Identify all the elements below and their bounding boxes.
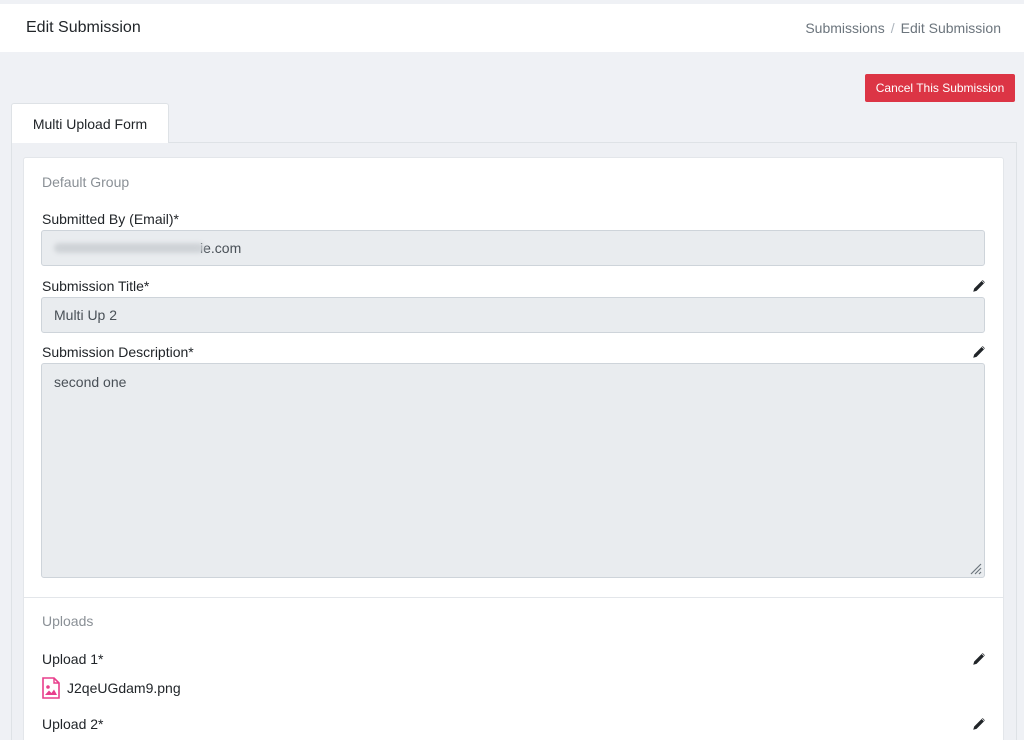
breadcrumb: Submissions / Edit Submission xyxy=(805,20,1001,36)
submission-description-field[interactable]: second one xyxy=(41,363,985,578)
submission-description-value: second one xyxy=(54,374,127,390)
email-field[interactable]: ie.com xyxy=(41,230,985,266)
pencil-icon[interactable] xyxy=(972,279,986,293)
submission-title-field[interactable]: Multi Up 2 xyxy=(41,297,985,333)
top-bar: Edit Submission Submissions / Edit Submi… xyxy=(0,4,1024,52)
upload-1-label: Upload 1* xyxy=(42,651,104,667)
group-title-uploads: Uploads xyxy=(42,613,94,629)
tab-multi-upload-form[interactable]: Multi Upload Form xyxy=(11,103,169,143)
upload-1-file-name: J2qeUGdam9.png xyxy=(67,680,181,696)
cancel-submission-button[interactable]: Cancel This Submission xyxy=(865,74,1015,102)
pencil-icon[interactable] xyxy=(972,717,986,731)
pencil-icon[interactable] xyxy=(972,652,986,666)
breadcrumb-separator: / xyxy=(890,20,895,36)
page-title: Edit Submission xyxy=(26,19,141,36)
breadcrumb-current: Edit Submission xyxy=(900,20,1001,36)
breadcrumb-submissions[interactable]: Submissions xyxy=(805,20,884,36)
email-value-suffix: ie.com xyxy=(200,240,242,256)
submission-title-value: Multi Up 2 xyxy=(54,307,118,323)
upload-1-file[interactable]: J2qeUGdam9.png xyxy=(41,677,181,699)
group-title-default: Default Group xyxy=(42,174,130,190)
image-file-icon xyxy=(42,677,60,699)
upload-2-label: Upload 2* xyxy=(42,716,104,732)
resize-grip-icon[interactable] xyxy=(968,561,982,575)
email-label: Submitted By (Email)* xyxy=(42,211,179,227)
description-label: Submission Description* xyxy=(42,344,194,360)
redacted-email-part xyxy=(54,243,204,253)
section-divider xyxy=(24,597,1003,598)
title-label: Submission Title* xyxy=(42,278,150,294)
pencil-icon[interactable] xyxy=(972,345,986,359)
